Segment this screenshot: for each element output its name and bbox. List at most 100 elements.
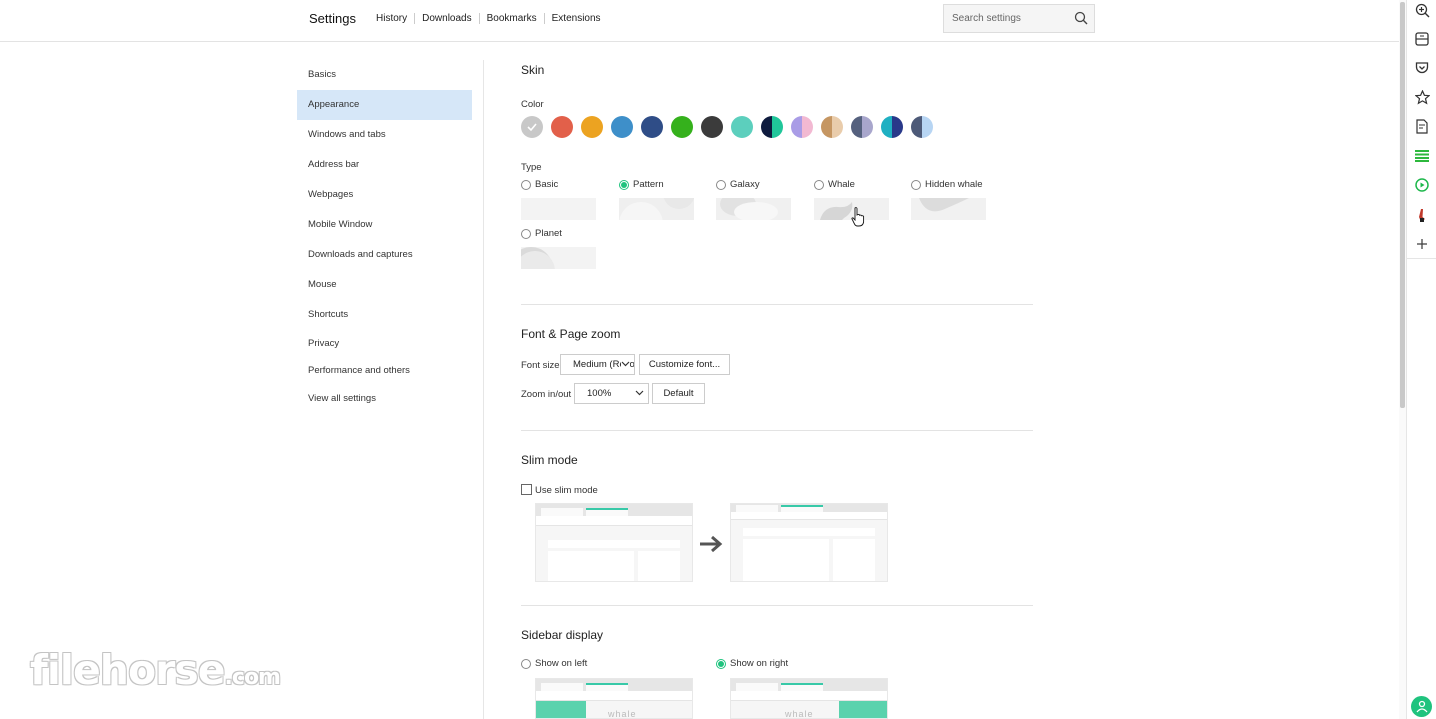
arrow-right-icon (700, 535, 723, 553)
translate-icon[interactable] (1414, 207, 1430, 223)
zoom-icon[interactable] (1414, 2, 1430, 18)
downloads-link[interactable]: Downloads (422, 13, 480, 24)
filehorse-watermark: filehorse.com (30, 646, 281, 694)
type-galaxy-preview[interactable] (716, 198, 791, 220)
radio-show-right[interactable] (716, 658, 726, 669)
sidebar-item-shortcuts[interactable]: Shortcuts (297, 300, 472, 330)
type-option-pattern[interactable]: Pattern (619, 179, 664, 190)
radio-hidden-whale[interactable] (911, 179, 921, 190)
type-option-whale[interactable]: Whale (814, 179, 855, 190)
mouse-cursor-icon (851, 207, 865, 227)
zoom-default-button[interactable]: Default (652, 383, 705, 404)
sidebar-item-address-bar[interactable]: Address bar (297, 150, 472, 180)
sidebar-item-mouse[interactable]: Mouse (297, 270, 472, 300)
slim-mode-checkbox[interactable] (521, 484, 532, 495)
hidden-whale-graphic (911, 198, 986, 220)
scrollbar-thumb[interactable] (1400, 2, 1405, 408)
radio-basic[interactable] (521, 179, 531, 190)
color-swatch-lavender-pink[interactable] (791, 116, 813, 138)
zoom-select[interactable]: 100% (574, 383, 649, 404)
type-option-hidden-whale[interactable]: Hidden whale (911, 179, 983, 190)
font-size-label: Font size (521, 360, 560, 371)
customize-font-button[interactable]: Customize font... (639, 354, 730, 375)
bookmarks-link[interactable]: Bookmarks (487, 13, 545, 24)
check-icon (527, 123, 537, 132)
color-swatch-blue[interactable] (611, 116, 633, 138)
color-swatch-dark[interactable] (701, 116, 723, 138)
sidebar-item-performance[interactable]: Performance and others (297, 357, 472, 384)
extensions-link[interactable]: Extensions (552, 13, 608, 24)
font-size-select[interactable]: Medium (Recommended) (560, 354, 635, 375)
type-planet-preview[interactable] (521, 247, 596, 269)
sidebar-display-section-title: Sidebar display (521, 628, 604, 642)
sidebar-item-view-all-settings[interactable]: View all settings (297, 384, 472, 414)
slim-mode-section-title: Slim mode (521, 453, 578, 467)
color-swatch-red[interactable] (551, 116, 573, 138)
sidebar-item-downloads-and-captures[interactable]: Downloads and captures (297, 240, 472, 270)
page-title: Settings (309, 11, 356, 26)
color-swatch-orange[interactable] (581, 116, 603, 138)
add-icon[interactable] (1414, 236, 1430, 252)
type-pattern-label: Pattern (633, 179, 664, 190)
color-swatch-slate-lilac[interactable] (851, 116, 873, 138)
radio-planet[interactable] (521, 228, 531, 239)
history-link[interactable]: History (376, 13, 416, 24)
type-basic-preview[interactable] (521, 198, 596, 220)
section-divider (521, 304, 1033, 305)
color-swatch-slate-skyblue[interactable] (911, 116, 933, 138)
sidebar-item-windows-and-tabs[interactable]: Windows and tabs (297, 120, 472, 150)
pocket-icon[interactable] (1414, 60, 1430, 76)
show-left-label: Show on left (535, 658, 588, 669)
type-basic-label: Basic (535, 179, 559, 190)
chevron-down-icon (621, 361, 630, 367)
notes-icon[interactable] (1414, 118, 1430, 134)
radio-pattern[interactable] (619, 179, 629, 190)
color-swatch-green[interactable] (671, 116, 693, 138)
planet-graphic (521, 247, 596, 269)
search-icon[interactable] (1074, 11, 1088, 25)
sidebar-divider (483, 60, 484, 719)
search-input[interactable] (944, 5, 1062, 32)
color-swatch-teal[interactable] (731, 116, 753, 138)
sidebar-item-privacy[interactable]: Privacy (297, 330, 472, 357)
font-zoom-section-title: Font & Page zoom (521, 327, 621, 341)
capture-icon[interactable] (1414, 31, 1430, 47)
sidebar-left-preview: whale (535, 678, 693, 719)
sidebar-show-left-option[interactable]: Show on left (521, 658, 587, 669)
sidebar-show-right-option[interactable]: Show on right (716, 658, 788, 669)
color-swatch-gray[interactable] (521, 116, 543, 138)
color-swatch-navy[interactable] (641, 116, 663, 138)
type-option-planet[interactable]: Planet (521, 228, 562, 239)
type-pattern-preview[interactable] (619, 198, 694, 220)
color-swatch-navy-mint[interactable] (761, 116, 783, 138)
radio-galaxy[interactable] (716, 179, 726, 190)
sidebar-item-webpages[interactable]: Webpages (297, 180, 472, 210)
radio-whale[interactable] (814, 179, 824, 190)
pattern-graphic (619, 198, 694, 220)
assistant-icon[interactable] (1411, 696, 1432, 717)
type-hidden-whale-label: Hidden whale (925, 179, 983, 190)
preview-text: whale (785, 709, 814, 719)
slim-mode-preview (730, 503, 888, 582)
type-galaxy-label: Galaxy (730, 179, 760, 190)
color-swatch-teal-indigo[interactable] (881, 116, 903, 138)
section-divider (521, 605, 1033, 606)
settings-sidebar: Basics Appearance Windows and tabs Addre… (297, 60, 472, 414)
type-planet-label: Planet (535, 228, 562, 239)
type-option-galaxy[interactable]: Galaxy (716, 179, 760, 190)
slim-mode-label: Use slim mode (535, 485, 598, 496)
color-swatches (521, 116, 941, 138)
radio-show-left[interactable] (521, 658, 531, 669)
sidebar-item-basics[interactable]: Basics (297, 60, 472, 90)
type-hidden-whale-preview[interactable] (911, 198, 986, 220)
sidebar-item-appearance[interactable]: Appearance (297, 90, 472, 120)
type-option-basic[interactable]: Basic (521, 179, 558, 190)
bookmark-star-icon[interactable] (1414, 89, 1430, 105)
list-icon[interactable] (1414, 148, 1430, 164)
play-icon[interactable] (1414, 177, 1430, 193)
search-box (943, 4, 1095, 33)
section-divider (521, 430, 1033, 431)
sidebar-item-mobile-window[interactable]: Mobile Window (297, 210, 472, 240)
zoom-value: 100% (587, 388, 612, 399)
color-swatch-tan-beige[interactable] (821, 116, 843, 138)
